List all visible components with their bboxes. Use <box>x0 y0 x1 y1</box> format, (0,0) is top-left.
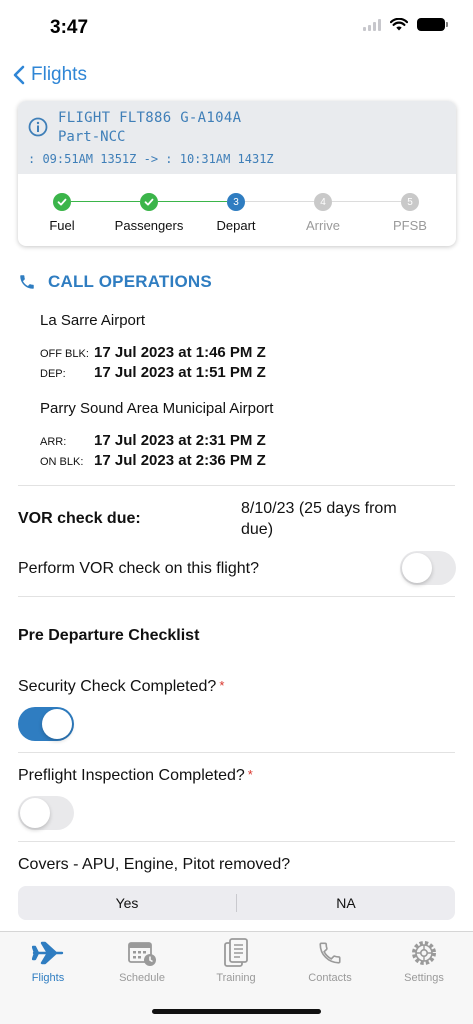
departure-key: DEP: <box>40 368 66 380</box>
tab-label: Training <box>216 972 256 984</box>
step-label: PFSB <box>393 218 427 233</box>
arrival-airport: Parry Sound Area Municipal Airport <box>40 400 274 417</box>
step-pfsb: 5 PFSB <box>370 193 450 233</box>
on-block-key: ON BLK: <box>40 456 84 468</box>
check-icon <box>53 193 71 211</box>
tab-schedule[interactable]: Schedule <box>102 938 182 984</box>
checklist-title: Pre Departure Checklist <box>18 627 200 644</box>
perform-vor-label: Perform VOR check on this flight? <box>18 560 259 577</box>
covers-option-yes[interactable]: Yes <box>18 886 236 920</box>
tab-label: Settings <box>404 972 444 984</box>
step-label: Passengers <box>114 218 184 233</box>
perform-vor-toggle[interactable] <box>400 551 456 585</box>
step-depart: 3 Depart <box>196 193 276 233</box>
preflight-toggle[interactable] <box>18 796 74 830</box>
step-number: 4 <box>314 193 332 211</box>
call-operations-button[interactable]: CALL OPERATIONS <box>18 272 212 292</box>
call-operations-label: CALL OPERATIONS <box>48 272 212 291</box>
status-bar: 3:47 <box>0 0 473 54</box>
divider <box>18 485 455 486</box>
tab-label: Contacts <box>308 972 352 984</box>
chevron-left-icon <box>13 65 25 85</box>
vor-check-label: VOR check due: <box>18 510 141 527</box>
on-block-value: 17 Jul 2023 at 2:36 PM Z <box>94 452 266 469</box>
phone-icon <box>319 942 341 964</box>
divider <box>18 841 455 842</box>
tab-contacts[interactable]: Contacts <box>290 938 370 984</box>
step-label: Depart <box>216 218 256 233</box>
phone-icon <box>20 275 34 289</box>
divider <box>18 752 455 753</box>
gear-icon <box>412 941 436 965</box>
info-icon <box>28 117 48 137</box>
home-indicator <box>152 1009 321 1014</box>
off-block-row: OFF BLK: 17 Jul 2023 at 1:46 PM Z <box>40 344 266 361</box>
covers-option-na[interactable]: NA <box>237 886 455 920</box>
plane-icon <box>32 941 64 965</box>
battery-icon <box>417 18 448 31</box>
wifi-icon <box>390 18 408 31</box>
flight-card: FLIGHT FLT886 G-A104A Part-NCC : 09:51AM… <box>18 101 456 246</box>
arrival-key: ARR: <box>40 436 67 448</box>
security-check-text: Security Check Completed? <box>18 678 217 695</box>
status-icons <box>363 18 448 31</box>
toggle-knob <box>402 553 432 583</box>
tab-training[interactable]: Training <box>196 938 276 984</box>
step-label: Fuel <box>49 218 75 233</box>
calendar-clock-icon <box>128 942 156 966</box>
check-icon <box>140 193 158 211</box>
step-passengers: Passengers <box>109 193 189 233</box>
preflight-label: Preflight Inspection Completed? * <box>18 767 253 785</box>
vor-check-value: 8/10/23 (25 days from due) <box>241 500 397 538</box>
flight-times: : 09:51AM 1351Z -> : 10:31AM 1431Z <box>28 152 274 166</box>
off-block-value: 17 Jul 2023 at 1:46 PM Z <box>94 344 266 361</box>
departure-airport: La Sarre Airport <box>40 312 146 329</box>
flight-rule: Part-NCC <box>58 129 126 145</box>
tab-flights[interactable]: Flights <box>8 938 88 984</box>
covers-label: Covers - APU, Engine, Pitot removed? <box>18 856 291 873</box>
step-fuel: Fuel <box>22 193 102 233</box>
departure-value: 17 Jul 2023 at 1:51 PM Z <box>94 364 266 381</box>
back-button[interactable]: Flights <box>13 64 87 86</box>
flight-header: FLIGHT FLT886 G-A104A Part-NCC : 09:51AM… <box>18 101 456 174</box>
cellular-signal-icon <box>363 18 381 31</box>
covers-segmented-control: Yes NA <box>18 886 455 920</box>
tab-label: Schedule <box>119 972 165 984</box>
on-block-row: ON BLK: 17 Jul 2023 at 2:36 PM Z <box>40 452 266 469</box>
documents-icon <box>224 938 248 967</box>
step-label: Arrive <box>306 218 340 233</box>
arrival-row: ARR: 17 Jul 2023 at 2:31 PM Z <box>40 432 266 449</box>
status-time: 3:47 <box>50 17 89 38</box>
arrival-value: 17 Jul 2023 at 2:31 PM Z <box>94 432 266 449</box>
flight-title: FLIGHT FLT886 G-A104A <box>58 110 242 126</box>
divider <box>18 596 455 597</box>
departure-row: DEP: 17 Jul 2023 at 1:51 PM Z <box>40 364 266 381</box>
off-block-key: OFF BLK: <box>40 348 89 360</box>
preflight-text: Preflight Inspection Completed? <box>18 767 245 784</box>
step-number: 3 <box>227 193 245 211</box>
security-check-toggle[interactable] <box>18 707 74 741</box>
toggle-knob <box>20 798 50 828</box>
tab-settings[interactable]: Settings <box>384 938 464 984</box>
flight-progress: Fuel Passengers 3 Depart 4 Arrive 5 PFSB <box>18 174 456 246</box>
required-marker: * <box>219 678 225 693</box>
back-label: Flights <box>31 64 87 85</box>
toggle-knob <box>42 709 72 739</box>
tab-label: Flights <box>31 972 65 984</box>
required-marker: * <box>247 767 253 782</box>
step-number: 5 <box>401 193 419 211</box>
step-arrive: 4 Arrive <box>283 193 363 233</box>
security-check-label: Security Check Completed? * <box>18 678 224 696</box>
